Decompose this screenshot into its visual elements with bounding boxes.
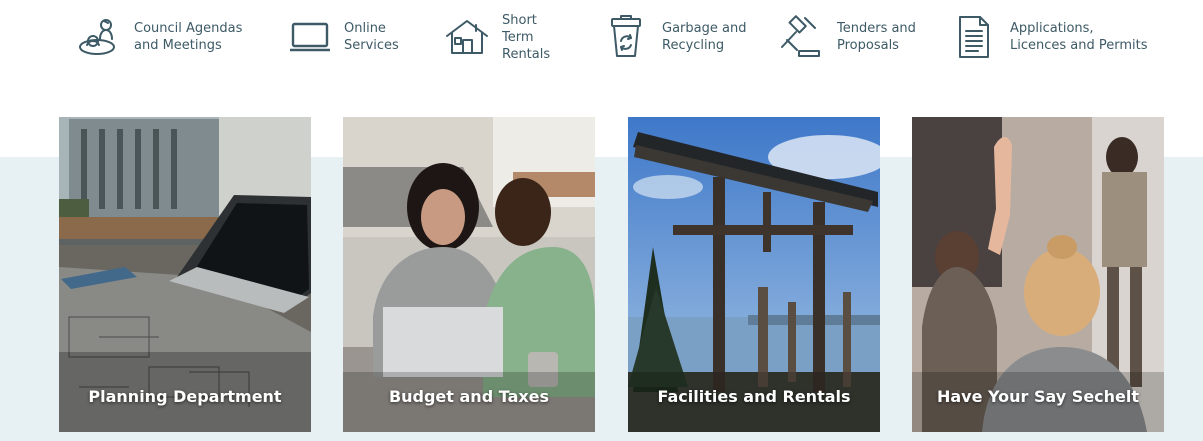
quick-link-label: Council Agendas and Meetings <box>134 21 243 53</box>
house-icon <box>446 20 488 54</box>
quick-link-label: Online Services <box>344 21 399 53</box>
card-facilities-rentals[interactable]: Facilities and Rentals <box>628 117 880 432</box>
card-label: Facilities and Rentals <box>657 387 851 406</box>
quick-link-council-agendas[interactable]: Council Agendas and Meetings <box>76 8 242 66</box>
page: Council Agendas and Meetings Online Serv… <box>0 0 1203 441</box>
card-label: Budget and Taxes <box>388 387 550 406</box>
document-icon <box>959 16 989 58</box>
quick-link-label: Short Term Rentals <box>502 12 551 62</box>
card-budget-taxes[interactable]: Budget and Taxes <box>343 117 595 432</box>
council-icon <box>79 19 115 55</box>
quick-link-short-term-rentals[interactable]: Short Term Rentals <box>444 8 550 66</box>
quick-link-label: Garbage and Recycling <box>662 21 747 53</box>
card-have-your-say[interactable]: Have Your Say Sechelt <box>912 117 1164 432</box>
card-planning-department[interactable]: Planning Department <box>59 117 311 432</box>
planning-desk-image <box>59 117 311 432</box>
quick-links-bar: Council Agendas and Meetings Online Serv… <box>0 0 1203 80</box>
gavel-icon <box>781 15 820 57</box>
quick-link-garbage-recycling[interactable]: Garbage and Recycling <box>606 8 746 66</box>
card-label: Have Your Say Sechelt <box>936 387 1140 406</box>
card-label: Planning Department <box>88 387 282 406</box>
raised-hand-image <box>912 117 1164 432</box>
quick-link-label: Applications, Licences and Permits <box>1010 21 1148 53</box>
gate-landscape-image <box>628 117 880 432</box>
quick-link-tenders-proposals[interactable]: Tenders and Proposals <box>777 8 916 66</box>
quick-link-label: Tenders and Proposals <box>837 21 916 53</box>
quick-link-applications-permits[interactable]: Applications, Licences and Permits <box>956 8 1148 66</box>
budget-couple-image <box>343 117 595 432</box>
quick-link-online-services[interactable]: Online Services <box>288 8 399 66</box>
garbage-bin-icon <box>611 15 641 57</box>
laptop-icon <box>290 22 330 52</box>
